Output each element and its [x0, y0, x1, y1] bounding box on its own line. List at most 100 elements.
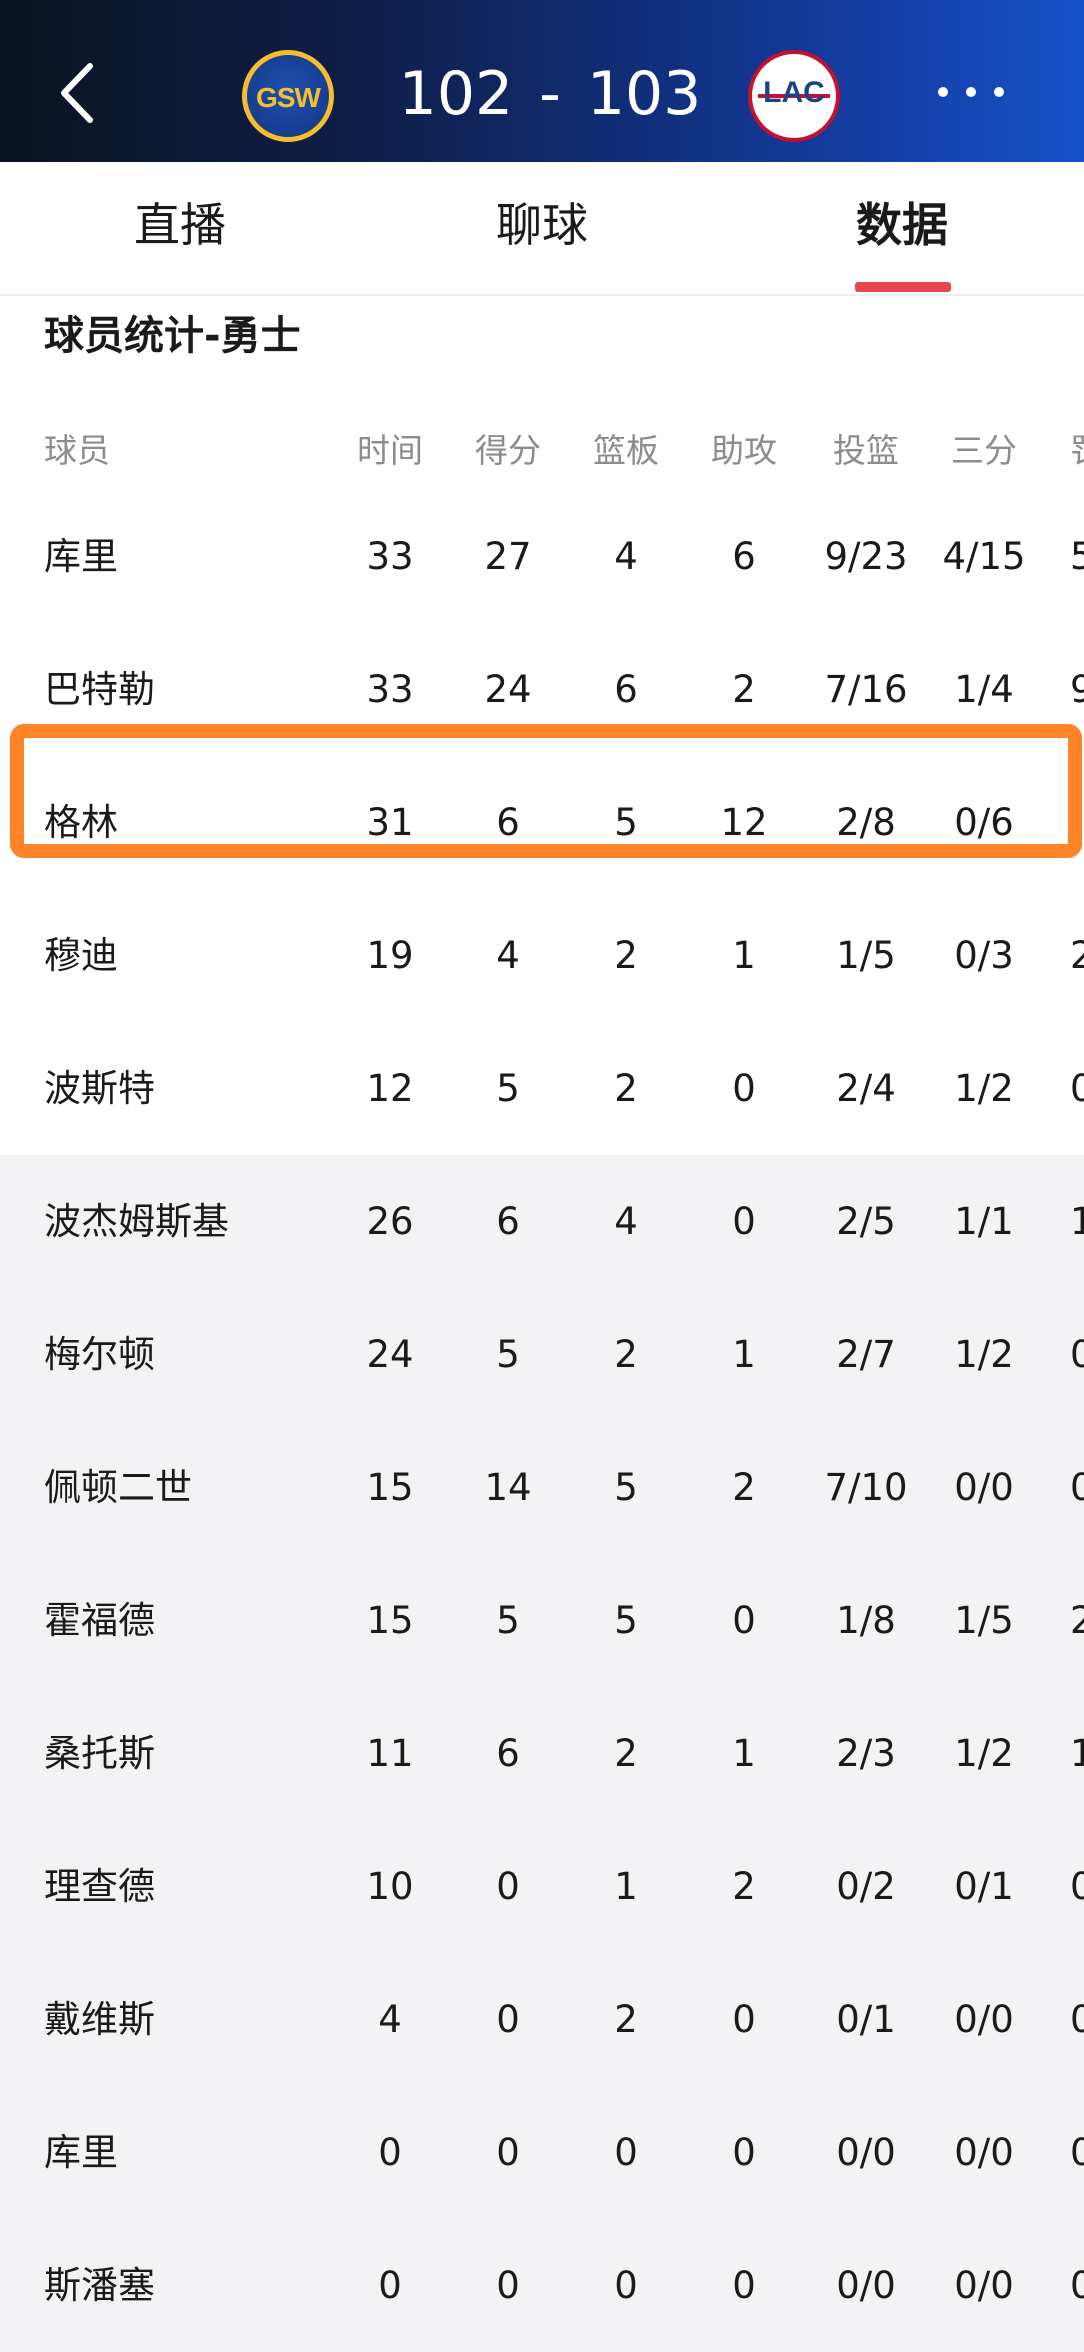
- column-header-minutes: 时间: [357, 431, 423, 470]
- assists-cell: 0: [732, 1200, 756, 1243]
- points-cell: 5: [496, 1067, 520, 1110]
- table-row[interactable]: 霍福德 15 5 5 0 1/8 1/5 2: [0, 1554, 1084, 1687]
- field-goals-cell: 2/3: [836, 1732, 896, 1775]
- player-name: 戴维斯: [44, 1998, 155, 2041]
- away-score: 103: [586, 59, 702, 129]
- assists-cell: 6: [732, 535, 756, 578]
- column-header-three-pointers: 三分: [951, 431, 1017, 470]
- tab-bar: 直播 聊球 数据: [0, 162, 1084, 296]
- minutes-cell: 24: [366, 1333, 414, 1376]
- player-name: 理查德: [44, 1865, 155, 1908]
- minutes-cell: 0: [378, 2131, 402, 2174]
- assists-cell: 0: [732, 2131, 756, 2174]
- table-row[interactable]: 佩顿二世 15 14 5 2 7/10 0/0 0: [0, 1421, 1084, 1554]
- minutes-cell: 15: [366, 1599, 414, 1642]
- away-team-logo-text: LAC: [763, 76, 825, 109]
- rebounds-cell: 0: [614, 2264, 638, 2307]
- player-name: 波斯特: [44, 1067, 155, 1110]
- section-title: 球员统计-勇士: [44, 313, 301, 359]
- assists-cell: 0: [732, 2264, 756, 2307]
- free-throws-cell: 0: [1070, 1466, 1084, 1509]
- game-header: GSW 102-103 LAC: [0, 0, 1084, 162]
- tab-chat[interactable]: 聊球: [462, 192, 622, 258]
- player-name: 库里: [44, 535, 118, 578]
- away-team-logo[interactable]: LAC: [748, 50, 840, 142]
- free-throws-cell: 0: [1070, 1865, 1084, 1908]
- table-row[interactable]: 理查德 10 0 1 2 0/2 0/1 0: [0, 1820, 1084, 1953]
- three-pointers-cell: 1/2: [954, 1067, 1014, 1110]
- field-goals-cell: 9/23: [824, 535, 908, 578]
- field-goals-cell: 1/5: [836, 934, 896, 977]
- column-header-player: 球员: [44, 431, 110, 470]
- field-goals-cell: 2/5: [836, 1200, 896, 1243]
- minutes-cell: 26: [366, 1200, 414, 1243]
- player-name: 穆迪: [44, 934, 118, 977]
- table-row[interactable]: 梅尔顿 24 5 2 1 2/7 1/2 0: [0, 1288, 1084, 1421]
- free-throws-cell: 1: [1070, 1732, 1084, 1775]
- points-cell: 27: [484, 535, 532, 578]
- assists-cell: 2: [732, 1865, 756, 1908]
- three-pointers-cell: 1/1: [954, 1200, 1014, 1243]
- field-goals-cell: 2/4: [836, 1067, 896, 1110]
- home-team-logo-text: GSW: [256, 82, 321, 113]
- rebounds-cell: 5: [614, 1599, 638, 1642]
- three-pointers-cell: 1/5: [954, 1599, 1014, 1642]
- table-row[interactable]: 库里 33 27 4 6 9/23 4/15 5: [0, 490, 1084, 623]
- minutes-cell: 12: [366, 1067, 414, 1110]
- table-row[interactable]: 斯潘塞 0 0 0 0 0/0 0/0 0: [0, 2219, 1084, 2352]
- table-row[interactable]: 波杰姆斯基 26 6 4 0 2/5 1/1 1: [0, 1155, 1084, 1288]
- three-pointers-cell: 0/0: [954, 2131, 1014, 2174]
- column-header-field-goals: 投篮: [833, 431, 899, 470]
- column-header-points: 得分: [475, 431, 541, 470]
- rebounds-cell: 1: [614, 1865, 638, 1908]
- assists-cell: 0: [732, 1998, 756, 2041]
- player-name: 佩顿二世: [44, 1466, 192, 1509]
- three-pointers-cell: 1/2: [954, 1333, 1014, 1376]
- column-header-rebounds: 篮板: [593, 431, 659, 470]
- free-throws-cell: 1: [1070, 1200, 1084, 1243]
- field-goals-cell: 1/8: [836, 1599, 896, 1642]
- table-row[interactable]: 桑托斯 11 6 2 1 2/3 1/2 1: [0, 1687, 1084, 1820]
- column-header-assists: 助攻: [711, 431, 777, 470]
- free-throws-cell: 2: [1070, 934, 1084, 977]
- three-pointers-cell: 0/0: [954, 2264, 1014, 2307]
- free-throws-cell: 2: [1070, 1599, 1084, 1642]
- three-pointers-cell: 0/0: [954, 1466, 1014, 1509]
- tab-stats[interactable]: 数据: [822, 192, 982, 258]
- points-cell: 5: [496, 1599, 520, 1642]
- back-arrow-icon[interactable]: [54, 60, 100, 126]
- more-options-icon[interactable]: [938, 82, 1004, 104]
- column-header-free-throws: 罚: [1070, 426, 1084, 476]
- tab-live[interactable]: 直播: [100, 192, 260, 258]
- three-pointers-cell: 0/0: [954, 1998, 1014, 2041]
- points-cell: 0: [496, 2131, 520, 2174]
- player-name: 霍福德: [44, 1599, 155, 1642]
- points-cell: 5: [496, 1333, 520, 1376]
- rebounds-cell: 5: [614, 1466, 638, 1509]
- rebounds-cell: 2: [614, 1998, 638, 2041]
- points-cell: 0: [496, 2264, 520, 2307]
- points-cell: 6: [496, 1732, 520, 1775]
- points-cell: 14: [484, 1466, 532, 1509]
- table-row[interactable]: 戴维斯 4 0 2 0 0/1 0/0 0: [0, 1953, 1084, 2086]
- home-team-logo[interactable]: GSW: [242, 50, 334, 142]
- table-row[interactable]: 库里 0 0 0 0 0/0 0/0 0: [0, 2086, 1084, 2219]
- rebounds-cell: 2: [614, 934, 638, 977]
- field-goals-cell: 0/0: [836, 2131, 896, 2174]
- three-pointers-cell: 1/2: [954, 1732, 1014, 1775]
- table-row[interactable]: 穆迪 19 4 2 1 1/5 0/3 2: [0, 889, 1084, 1022]
- rebounds-cell: 0: [614, 2131, 638, 2174]
- three-pointers-cell: 4/15: [942, 535, 1026, 578]
- points-cell: 0: [496, 1998, 520, 2041]
- player-name: 桑托斯: [44, 1732, 155, 1775]
- free-throws-cell: 0: [1070, 2131, 1084, 2174]
- minutes-cell: 0: [378, 2264, 402, 2307]
- table-row[interactable]: 波斯特 12 5 2 0 2/4 1/2 0: [0, 1022, 1084, 1155]
- rebounds-cell: 4: [614, 1200, 638, 1243]
- assists-cell: 1: [732, 1333, 756, 1376]
- minutes-cell: 15: [366, 1466, 414, 1509]
- free-throws-cell: 5: [1070, 535, 1084, 578]
- scoreboard: 102-103: [380, 54, 720, 134]
- player-name: 波杰姆斯基: [44, 1200, 229, 1243]
- field-goals-cell: 0/2: [836, 1865, 896, 1908]
